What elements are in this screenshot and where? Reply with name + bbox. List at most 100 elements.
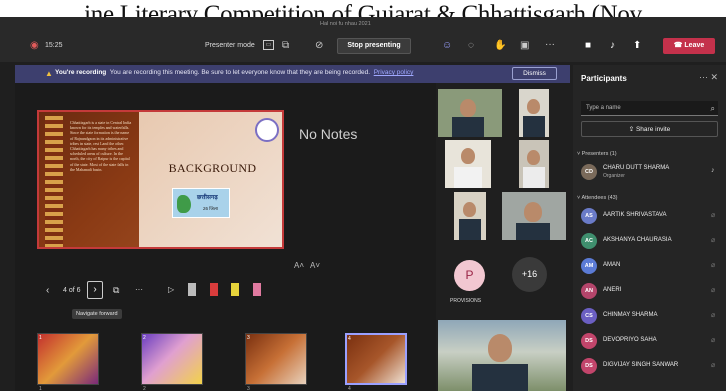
presenter-stage: Chhattisgarh is a state in Central India…	[15, 83, 436, 391]
attendee-item[interactable]: CS CHINMAY SHARMA ⌀	[581, 307, 721, 325]
share-invite-button[interactable]: ⇪ Share invite	[581, 121, 718, 137]
more-participants-button[interactable]: +16	[512, 257, 547, 292]
meeting-toolbar: Hal noi fu nhau 2021 ◉ 15:25 Presenter m…	[0, 17, 726, 62]
chat-icon[interactable]: ◌	[468, 40, 474, 52]
record-icon: ◉	[30, 40, 39, 51]
avatar: DS	[581, 333, 597, 349]
decorative-border	[45, 116, 63, 247]
participants-panel: Participants ··· ✕ Type a name ⌕ ⇪ Share…	[573, 65, 726, 391]
participant-video	[527, 99, 540, 114]
presenters-section[interactable]: ˅ Presenters (1)	[577, 151, 617, 157]
meeting-timer: 15:25	[45, 42, 63, 49]
participants-icon[interactable]: ☺	[442, 40, 452, 52]
attendee-item[interactable]: DS DIGVIJAY SINGH SANWAR ⌀	[581, 357, 721, 375]
presenters-label: Presenters (1)	[581, 151, 617, 157]
privacy-policy-link[interactable]: Privacy policy	[374, 69, 414, 76]
mic-off-icon: ⌀	[711, 312, 716, 319]
video-tile[interactable]	[519, 140, 549, 188]
search-icon: ⌕	[710, 104, 715, 113]
recording-title: You're recording	[55, 69, 107, 76]
avatar: AN	[581, 283, 597, 299]
laser-pointer-icon[interactable]: ▷	[168, 285, 174, 294]
participant-role: Organizer	[603, 173, 625, 179]
share-invite-label: Share invite	[635, 126, 671, 133]
slide-thumbnail[interactable]: 3	[245, 333, 307, 385]
attendee-item[interactable]: DS DEVOPRIYO SAHA ⌀	[581, 332, 721, 350]
mic-icon: ♪	[711, 167, 715, 174]
next-slide-button[interactable]: ›	[87, 281, 103, 299]
participant-video	[461, 148, 475, 164]
slide-thumbnail[interactable]: 2	[141, 333, 203, 385]
stop-sharing-view-icon[interactable]: ⊘	[315, 40, 323, 52]
participant-video	[527, 150, 540, 165]
rooms-icon[interactable]: ▣	[520, 40, 529, 52]
eraser-icon[interactable]	[253, 283, 261, 296]
thumbnail-number: 1	[39, 386, 42, 391]
more-actions-icon[interactable]: ···	[545, 39, 555, 51]
avatar: DS	[581, 358, 597, 374]
video-tile[interactable]	[438, 89, 502, 137]
attendee-item[interactable]: AM AMAN ⌀	[581, 257, 721, 275]
mic-off-icon: ⌀	[711, 337, 716, 344]
notes-area: No Notes	[299, 126, 358, 142]
mic-icon[interactable]: ♪	[610, 40, 615, 52]
self-video-tile[interactable]	[438, 320, 566, 391]
close-icon[interactable]: ··· ✕	[699, 72, 718, 83]
attendee-item[interactable]: AS AARTIK SHRIVASTAVA ⌀	[581, 207, 721, 225]
slide-thumbnail[interactable]: 1	[37, 333, 99, 385]
participant-avatar[interactable]: P	[454, 260, 485, 291]
dismiss-button[interactable]: Dismiss	[512, 67, 557, 80]
participant-name: PROVISIONS	[450, 298, 482, 304]
presenter-mode-label: Presenter mode	[205, 42, 255, 49]
video-tile[interactable]	[502, 192, 566, 240]
increase-font-icon[interactable]: A˄	[294, 261, 304, 270]
window-title: Hal noi fu nhau 2021	[320, 21, 371, 27]
leave-button[interactable]: ☎ Leave	[663, 38, 715, 54]
participant-name: CHINMAY SHARMA	[603, 312, 658, 318]
camera-icon[interactable]: ■	[585, 40, 591, 52]
thumbnail-number: 2	[143, 386, 146, 391]
pen-tool-icon[interactable]	[188, 283, 196, 296]
participant-name: AMAN	[603, 262, 621, 268]
raise-hand-icon[interactable]: ✋	[494, 40, 506, 52]
logo-icon	[255, 118, 279, 142]
avatar: AM	[581, 258, 597, 274]
video-tile[interactable]	[445, 140, 491, 188]
thumbnail-number: 3	[247, 386, 250, 391]
slide-title: BACKGROUND	[168, 161, 257, 175]
slide-sorter-icon[interactable]: ⧉	[113, 285, 119, 296]
thumbnail-number: 4	[348, 386, 351, 391]
decrease-font-icon[interactable]: A˅	[310, 261, 320, 270]
highlighter-icon[interactable]	[231, 283, 239, 296]
search-input[interactable]: Type a name ⌕	[581, 101, 718, 116]
layout-icon[interactable]: ⧉	[282, 40, 289, 52]
attendee-item[interactable]: AC AKSHANYA CHAURASIA ⌀	[581, 232, 721, 250]
video-tile[interactable]	[519, 89, 549, 137]
previous-slide-icon[interactable]: ‹	[46, 285, 49, 296]
mic-off-icon: ⌀	[711, 262, 716, 269]
participant-video	[460, 99, 476, 117]
participant-video	[524, 202, 542, 222]
participant-video	[488, 334, 512, 362]
stop-presenting-button[interactable]: Stop presenting	[337, 38, 411, 54]
presenter-item[interactable]: CD CHARU DUTT SHARMA Organizer ♪	[581, 163, 721, 181]
participant-name: AARTIK SHRIVASTAVA	[603, 212, 667, 218]
slide-body-text: Chhattisgarh is a state in Central India…	[70, 120, 132, 172]
red-pen-icon[interactable]	[210, 283, 218, 296]
mic-off-icon: ⌀	[711, 287, 716, 294]
warning-icon: ▲	[45, 69, 53, 78]
screenshot-root: ine Literary Competition of Gujarat & Ch…	[0, 0, 726, 391]
attendees-section[interactable]: ˅ Attendees (43)	[577, 195, 618, 201]
more-slide-options-icon[interactable]: ···	[135, 285, 143, 294]
avatar: CS	[581, 308, 597, 324]
current-slide: Chhattisgarh is a state in Central India…	[37, 110, 284, 249]
slide-thumbnail-selected[interactable]: 4	[345, 333, 407, 385]
participant-video	[463, 202, 476, 217]
leave-button-label: Leave	[684, 42, 705, 49]
attendee-item[interactable]: AN ANERI ⌀	[581, 282, 721, 300]
share-tray-icon[interactable]: ⬆	[633, 40, 641, 52]
map-icon	[177, 195, 191, 213]
presenter-mode-icon[interactable]: ▭	[263, 40, 274, 50]
slide-counter: 4 of 6	[63, 287, 81, 294]
video-tile[interactable]	[454, 192, 486, 240]
